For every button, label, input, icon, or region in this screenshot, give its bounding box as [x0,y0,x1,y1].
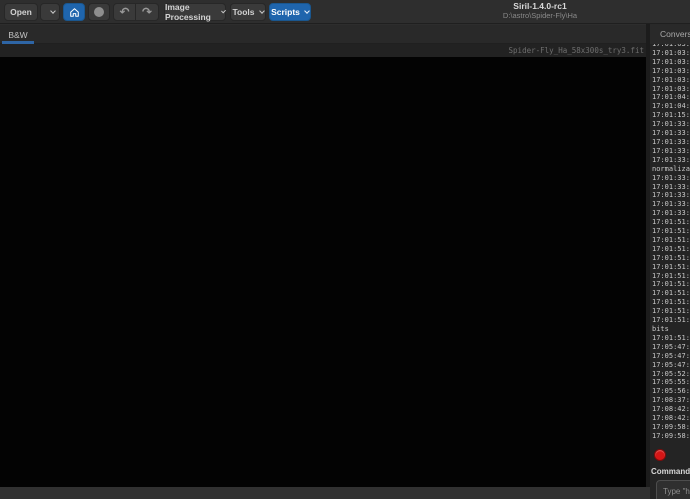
log-line: 17:05:47: [652,352,690,361]
log-line: 17:01:51: [652,334,690,343]
log-lines: 17:01:03:17:01:03:17:01:03:17:01:03:17:0… [652,44,690,441]
log-line: 17:01:51: [652,307,690,316]
redo-button[interactable]: ↷ [136,3,159,21]
log-line: 17:01:03: [652,67,690,76]
chevron-down-icon [304,8,310,14]
log-line: 17:01:33: [652,156,690,165]
log-line: 17:05:47: [652,361,690,370]
log-line: 17:08:42: [652,414,690,423]
log-line: 17:05:47: [652,343,690,352]
log-line: 17:01:33: [652,147,690,156]
log-line: 17:05:56: [652,387,690,396]
log-line: 17:01:51: [652,218,690,227]
log-line: 17:01:51: [652,227,690,236]
log-line: 17:05:55: [652,378,690,387]
log-line: 17:08:37: [652,396,690,405]
working-directory-path: D:\astro\Spider-Fly\Ha [430,11,650,20]
tools-menu-button[interactable]: Tools [230,3,266,21]
log-line: 17:01:33: [652,174,690,183]
scripts-menu-label: Scripts [271,7,300,17]
log-line: 17:01:51: [652,263,690,272]
command-line-input[interactable] [656,480,690,499]
tab-bw-label: B&W [8,30,27,40]
log-line: 17:01:51: [652,289,690,298]
log-line: bits [652,325,690,334]
stop-processing-button[interactable] [654,449,666,461]
log-line: normaliza [652,165,690,174]
chevron-down-icon [259,8,265,14]
filename-overlay: Spider-Fly_Ha_58x300s_try3.fit [509,46,644,55]
log-line: 17:01:33: [652,120,690,129]
log-line: 17:05:52: [652,370,690,379]
log-view[interactable]: 17:01:03:17:01:03:17:01:03:17:01:03:17:0… [652,44,690,442]
window-title-block: Siril-1.4.0-rc1 D:\astro\Spider-Fly\Ha [430,1,650,23]
chevron-down-icon [50,8,56,14]
scripts-menu-button[interactable]: Scripts [269,3,311,21]
log-line: 17:01:33: [652,200,690,209]
undo-icon: ↶ [119,6,129,18]
chevron-down-icon [221,8,226,13]
command-line-label: Command li [651,467,690,476]
image-processing-menu-button[interactable]: Image Processing [164,3,226,21]
window-title: Siril-1.4.0-rc1 [430,1,650,11]
log-line: 17:01:03: [652,58,690,67]
log-line: 17:09:58: [652,432,690,441]
image-tab-bar: B&W [0,25,690,44]
open-button[interactable]: Open [4,3,38,21]
tab-conversion-label: Conversi [660,29,690,39]
home-icon [69,7,80,18]
record-button[interactable] [88,3,110,21]
bottom-status-strip [0,487,650,499]
log-line: 17:01:03: [652,85,690,94]
home-button[interactable] [63,3,85,21]
redo-icon: ↷ [142,6,152,18]
log-line: 17:01:51: [652,254,690,263]
open-dropdown-button[interactable] [40,3,60,21]
log-line: 17:01:33: [652,138,690,147]
log-line: 17:01:33: [652,129,690,138]
record-circle-icon [94,7,104,17]
log-line: 17:08:42: [652,405,690,414]
conversion-panel: Conversi 17:01:03:17:01:03:17:01:03:17:0… [650,24,690,499]
log-line: 17:01:04: [652,93,690,102]
tab-conversion[interactable]: Conversi [650,24,690,44]
undo-button[interactable]: ↶ [113,3,136,21]
image-processing-menu-label: Image Processing [165,2,217,22]
log-line: 17:01:51: [652,298,690,307]
tools-menu-label: Tools [232,7,254,17]
log-line: 17:01:33: [652,209,690,218]
log-line: 17:01:51: [652,245,690,254]
log-line: 17:01:51: [652,236,690,245]
image-display-header: Spider-Fly_Ha_58x300s_try3.fit [0,44,646,57]
header-toolbar: Open ↶ ↷ Image Processing Tools Scripts [0,0,690,24]
log-line: 17:01:51: [652,280,690,289]
log-line: 17:01:51: [652,272,690,281]
siril-window: Open ↶ ↷ Image Processing Tools Scripts [0,0,690,499]
tab-bw[interactable]: B&W [2,25,34,44]
log-line: 17:09:58: [652,423,690,432]
log-line: 17:01:33: [652,183,690,192]
log-line: 17:01:33: [652,191,690,200]
log-line: 17:01:03: [652,49,690,58]
log-line: 17:01:51: [652,316,690,325]
open-button-label: Open [10,7,32,17]
log-line: 17:01:15: [652,111,690,120]
log-line: 17:01:03: [652,76,690,85]
image-canvas[interactable] [0,57,646,487]
log-line: 17:01:04: [652,102,690,111]
